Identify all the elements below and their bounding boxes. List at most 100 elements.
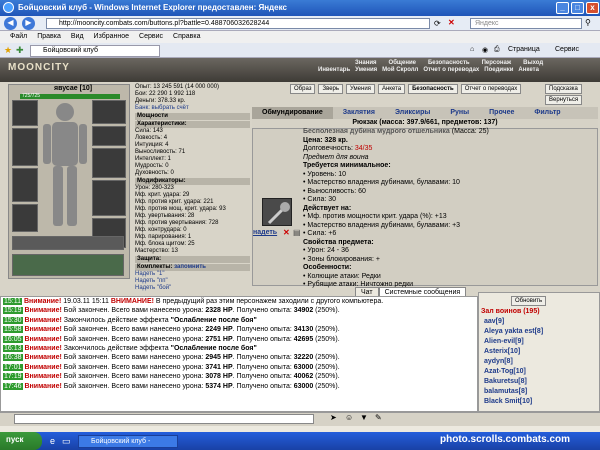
address-input[interactable]: http://mooncity.combats.com/buttons.pl?b… xyxy=(46,18,430,29)
kit-battle-link[interactable]: Надеть "бой" xyxy=(135,285,250,292)
refresh-icon[interactable]: ⟳ xyxy=(434,19,441,28)
item-action-icon[interactable]: ▤ xyxy=(293,228,301,237)
kits-remember-link[interactable]: запомнить xyxy=(174,264,206,270)
help-button[interactable]: Подсказка xyxy=(545,84,582,94)
tools-menu[interactable]: Сервис xyxy=(555,46,579,53)
nav-profile[interactable]: Анкета xyxy=(518,67,539,73)
player-list-item[interactable]: Asterix[10] xyxy=(484,348,520,355)
earring-slot[interactable] xyxy=(92,100,126,124)
chat-input[interactable] xyxy=(14,414,314,424)
nav-exit[interactable]: Выход xyxy=(523,60,543,66)
security-button[interactable]: Безопасность xyxy=(408,84,458,94)
stat-bank[interactable]: Банк: выбрать счёт xyxy=(135,105,250,112)
player-list-item[interactable]: aydyn[8] xyxy=(484,358,513,365)
kits-header[interactable]: Комплекты: запомнить xyxy=(135,264,250,271)
image-button[interactable]: Образ xyxy=(290,84,316,94)
chat-time[interactable]: 15:11 xyxy=(3,298,22,305)
refresh-players-button[interactable]: Обновить xyxy=(511,296,547,306)
helmet-slot[interactable] xyxy=(12,100,38,126)
chat-time[interactable]: 17:46 xyxy=(3,382,23,390)
chat-time[interactable]: 15:19 xyxy=(3,307,23,315)
menu-help[interactable]: Справка xyxy=(173,33,200,43)
chat-time[interactable]: 16:13 xyxy=(3,345,23,353)
send-icon[interactable]: ➤ xyxy=(330,413,337,422)
rings-row[interactable] xyxy=(12,236,124,250)
profile-button[interactable]: Анкета xyxy=(377,84,406,94)
player-list-item[interactable]: Alien-evil[9] xyxy=(484,338,524,345)
home-icon[interactable]: ⌂ xyxy=(470,46,474,53)
close-button[interactable]: x xyxy=(586,2,599,14)
forward-arrow-icon[interactable]: ▶ xyxy=(22,17,35,30)
chat-time[interactable]: 16:05 xyxy=(3,335,23,343)
taskbar-item-browser[interactable]: Бойцовский клуб - xyxy=(78,435,178,448)
belt-slot[interactable] xyxy=(12,204,38,232)
add-favorite-icon[interactable]: ✚ xyxy=(16,45,24,56)
search-input[interactable]: Яндекс xyxy=(470,18,582,29)
page-menu[interactable]: Страница xyxy=(508,46,540,53)
player-list-item[interactable]: Bakuretsu[8] xyxy=(484,378,527,385)
print-icon[interactable]: ⎙ xyxy=(494,46,500,54)
nav-transfer-report[interactable]: Отчет о переводах xyxy=(423,67,479,73)
kit-1-link[interactable]: Надеть "1" xyxy=(135,271,250,278)
chat-time[interactable]: 16:38 xyxy=(3,354,23,362)
chat-time[interactable]: 17:01 xyxy=(3,363,23,371)
ie-quicklaunch-icon[interactable]: e xyxy=(50,436,55,446)
feeds-icon[interactable]: ◉ xyxy=(482,46,488,54)
kit-pp-link[interactable]: Надеть "пп" xyxy=(135,278,250,285)
nav-inventory[interactable]: Инвентарь xyxy=(318,67,350,73)
player-list-item[interactable]: Aleya yakta est[8] xyxy=(484,328,543,335)
minimize-button[interactable]: _ xyxy=(556,2,569,14)
tab-spells[interactable]: Заклятия xyxy=(333,107,385,119)
transfer-report-button[interactable]: Отчет о переводах xyxy=(460,84,522,94)
chat-time[interactable]: 15:58 xyxy=(3,326,23,334)
tab-filter[interactable]: Фильтр xyxy=(524,107,570,119)
return-button[interactable]: Вернуться xyxy=(545,95,583,105)
chat-time[interactable]: 17:19 xyxy=(3,373,23,381)
desktop-icon[interactable]: ▭ xyxy=(62,436,71,447)
mace-item-image[interactable] xyxy=(262,198,292,226)
clear-icon[interactable]: ✎ xyxy=(375,413,382,422)
nav-my-scroll[interactable]: Мой Скролл xyxy=(382,67,418,73)
tab-equipment[interactable]: Обмундирование xyxy=(252,107,333,119)
shield-slot[interactable] xyxy=(92,180,126,216)
player-list-item[interactable]: balamutas[8] xyxy=(484,388,527,395)
stop-icon[interactable]: ✕ xyxy=(448,18,455,27)
menu-favorites[interactable]: Избранное xyxy=(94,33,129,43)
menu-edit[interactable]: Правка xyxy=(37,33,61,43)
wear-item-link[interactable]: надеть xyxy=(253,229,277,236)
nav-knowledge[interactable]: Знания xyxy=(355,60,377,66)
belt-items-row[interactable] xyxy=(12,254,124,276)
mods-header[interactable]: Модификаторы: xyxy=(135,178,250,185)
search-icon[interactable]: ⚲ xyxy=(585,18,591,27)
nav-skills[interactable]: Умения xyxy=(355,67,377,73)
menu-tools[interactable]: Сервис xyxy=(139,33,163,43)
pet-button[interactable]: Зверь xyxy=(318,84,344,94)
favorites-star-icon[interactable]: ★ xyxy=(4,45,12,56)
armor-slot[interactable] xyxy=(12,168,38,202)
back-arrow-icon[interactable]: ◀ xyxy=(4,17,17,30)
menu-file[interactable]: Файл xyxy=(10,33,27,43)
filter-icon[interactable]: ▼ xyxy=(360,413,368,422)
chars-header[interactable]: Характеристики: xyxy=(135,121,250,128)
smile-icon[interactable]: ☺ xyxy=(345,413,353,422)
player-list-item[interactable]: aav[9] xyxy=(484,318,504,325)
player-list-item[interactable]: Black Smit[10] xyxy=(484,398,532,405)
nav-character[interactable]: Персонаж xyxy=(482,60,512,66)
browser-tab[interactable]: Бойцовский клуб xyxy=(30,45,160,57)
start-button[interactable]: пуск xyxy=(0,432,42,450)
tab-runes[interactable]: Руны xyxy=(440,107,479,119)
drop-item-icon[interactable]: ✕ xyxy=(283,228,290,237)
weapon-slot[interactable] xyxy=(12,128,38,166)
skills-button[interactable]: Умения xyxy=(346,84,375,94)
gloves-slot[interactable] xyxy=(92,148,126,178)
menu-view[interactable]: Вид xyxy=(71,33,84,43)
amulet-slot[interactable] xyxy=(92,126,126,146)
nav-battles[interactable]: Поединки xyxy=(484,67,513,73)
protect-header[interactable]: Защита: xyxy=(135,256,250,263)
tab-elixirs[interactable]: Эликсиры xyxy=(385,107,440,119)
tab-other[interactable]: Прочее xyxy=(479,107,524,119)
nav-security[interactable]: Безопасность xyxy=(428,60,470,66)
chat-time[interactable]: 15:30 xyxy=(3,316,23,324)
nav-communication[interactable]: Общение xyxy=(389,60,416,66)
maximize-button[interactable]: □ xyxy=(571,2,584,14)
